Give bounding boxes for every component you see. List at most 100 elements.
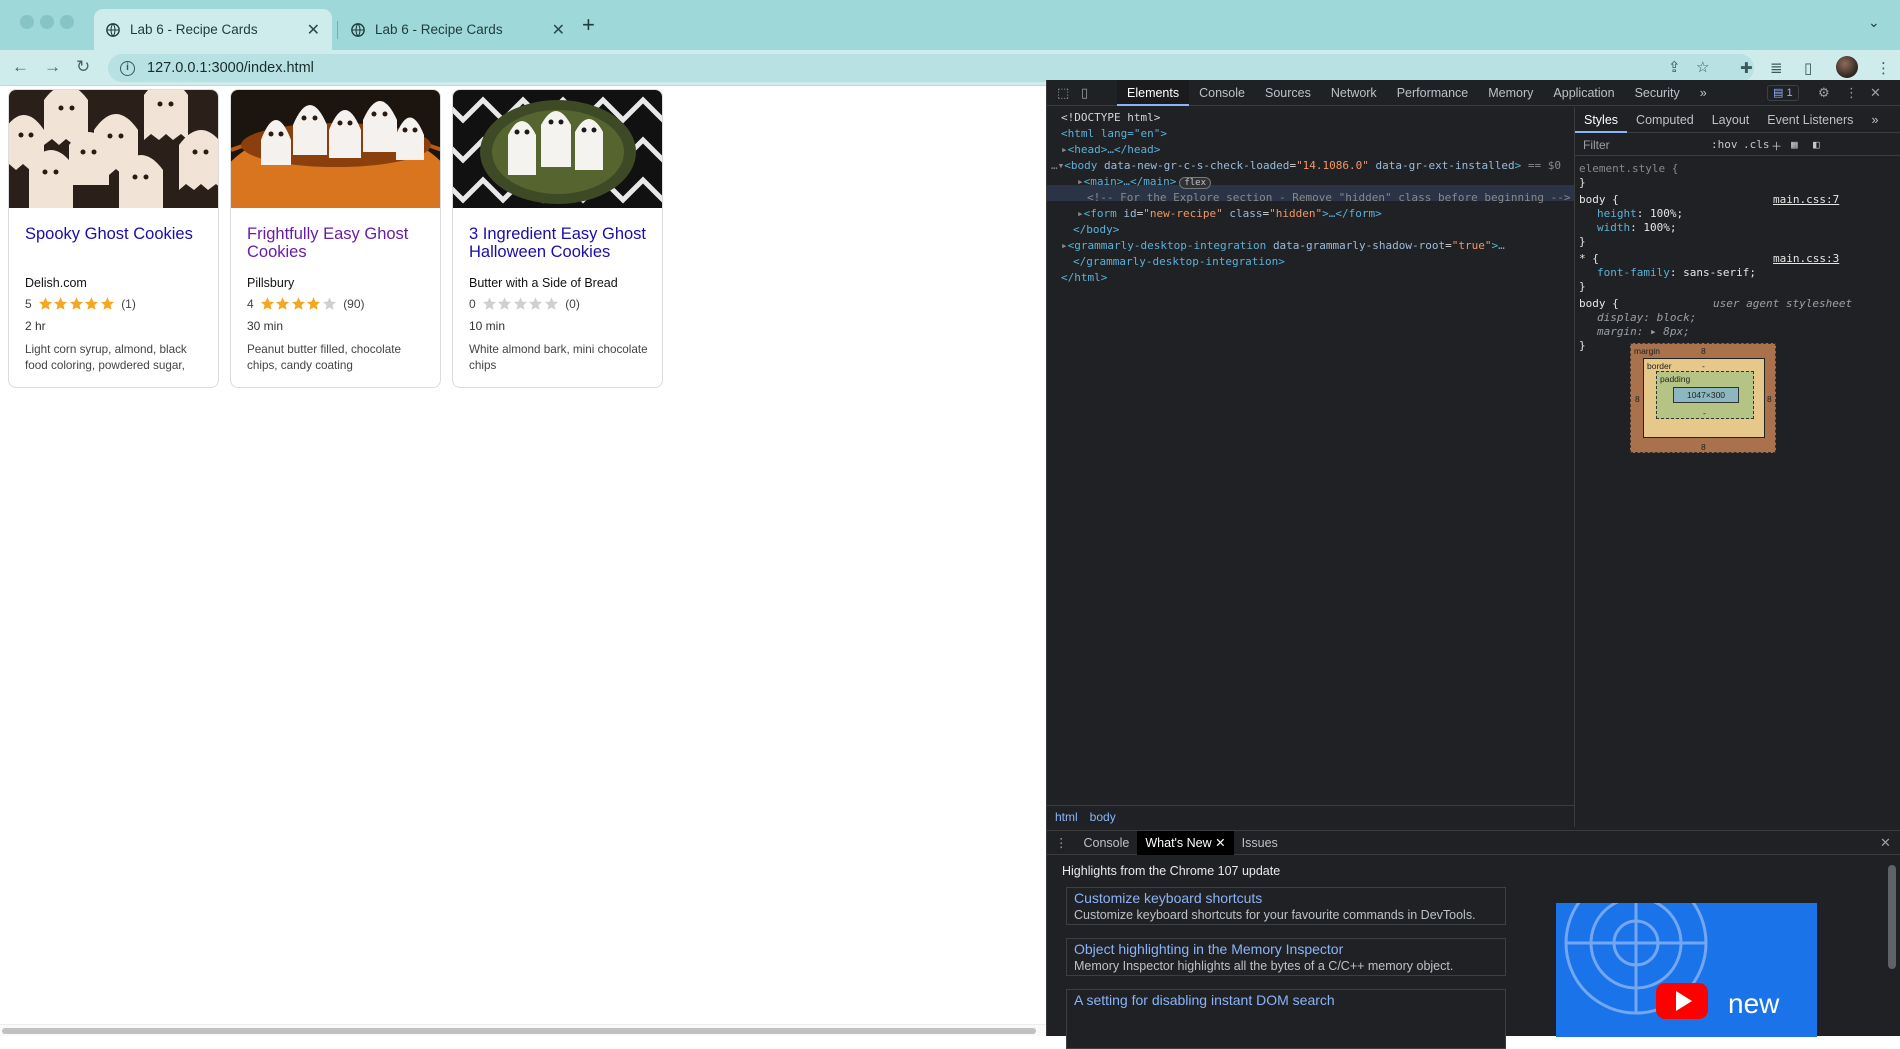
new-rule-icon[interactable]: ＋ bbox=[1771, 138, 1782, 154]
tab-elements[interactable]: Elements bbox=[1117, 79, 1190, 106]
css-margin-decl[interactable]: margin: ▸ 8px; bbox=[1597, 325, 1690, 339]
dom-grammarly-close[interactable]: </grammarly-desktop-integration> bbox=[1073, 254, 1285, 270]
inspect-element-icon[interactable]: ⬚ bbox=[1057, 85, 1069, 101]
recipe-title-link[interactable]: Frightfully Easy Ghost Cookies bbox=[247, 225, 431, 261]
url-text[interactable]: 127.0.0.1:3000/index.html bbox=[147, 60, 314, 76]
dom-html-close[interactable]: </html> bbox=[1061, 270, 1107, 286]
dom-grammarly[interactable]: ▸<grammarly-desktop-integration data-gra… bbox=[1061, 238, 1505, 254]
dom-body[interactable]: …▾<body data-new-gr-c-s-check-loaded="14… bbox=[1051, 158, 1561, 174]
reading-list-icon[interactable]: ≣ bbox=[1770, 59, 1783, 77]
more-tabs-chevron-icon[interactable]: » bbox=[1690, 80, 1717, 106]
box-model-margin-bottom[interactable]: 8 bbox=[1701, 442, 1706, 452]
whats-new-item-title[interactable]: A setting for disabling instant DOM sear… bbox=[1074, 992, 1498, 1008]
browser-tab-2[interactable]: Lab 6 - Recipe Cards ✕ bbox=[339, 9, 577, 50]
address-bar[interactable]: i 127.0.0.1:3000/index.html ⇪ ☆ bbox=[108, 54, 1754, 82]
tab-styles[interactable]: Styles bbox=[1575, 107, 1628, 133]
drawer-scrollbar-thumb[interactable] bbox=[1888, 865, 1896, 969]
close-drawer-icon[interactable]: ✕ bbox=[1880, 835, 1891, 851]
drawer-tab-issues[interactable]: Issues bbox=[1234, 831, 1286, 855]
toggle-sidebar-icon[interactable]: ◧ bbox=[1813, 138, 1820, 151]
dom-head[interactable]: ▸<head>…</head> bbox=[1061, 142, 1160, 158]
dom-html-open[interactable]: <html lang="en"> bbox=[1061, 126, 1167, 142]
css-width-decl[interactable]: width: 100%; bbox=[1597, 221, 1677, 235]
drawer-tab-whats-new[interactable]: What's New ✕ bbox=[1137, 830, 1234, 855]
drawer-menu-icon[interactable]: ⋮ bbox=[1047, 831, 1076, 855]
close-tab-icon[interactable]: ✕ bbox=[307, 20, 320, 40]
zoom-window-button[interactable] bbox=[60, 15, 74, 29]
tab-memory[interactable]: Memory bbox=[1478, 80, 1543, 106]
extensions-puzzle-icon[interactable]: ✚ bbox=[1740, 59, 1753, 77]
tab-event-listeners[interactable]: Event Listeners bbox=[1758, 107, 1862, 133]
new-tab-button[interactable]: + bbox=[582, 12, 595, 38]
breadcrumb-body[interactable]: body bbox=[1090, 810, 1116, 824]
close-window-button[interactable] bbox=[20, 15, 34, 29]
profile-avatar[interactable] bbox=[1836, 56, 1858, 78]
hov-toggle[interactable]: :hov bbox=[1711, 138, 1738, 151]
css-universal-rule[interactable]: * { bbox=[1579, 252, 1599, 266]
tab-layout[interactable]: Layout bbox=[1703, 107, 1759, 133]
whats-new-item[interactable]: Customize keyboard shortcuts Customize k… bbox=[1066, 887, 1506, 925]
tab-console[interactable]: Console bbox=[1189, 80, 1255, 106]
tab-sources[interactable]: Sources bbox=[1255, 80, 1321, 106]
side-panel-icon[interactable]: ▯ bbox=[1804, 59, 1812, 77]
close-tab-icon[interactable]: ✕ bbox=[1215, 836, 1225, 850]
css-display-decl[interactable]: display: block; bbox=[1597, 311, 1696, 325]
browser-menu-icon[interactable]: ⋮ bbox=[1876, 59, 1891, 77]
drawer-tab-console[interactable]: Console bbox=[1076, 831, 1138, 855]
bookmark-star-icon[interactable]: ☆ bbox=[1696, 58, 1709, 76]
site-info-icon[interactable]: i bbox=[120, 60, 135, 76]
share-icon[interactable]: ⇪ bbox=[1668, 58, 1681, 76]
customize-menu-icon[interactable]: ⋮ bbox=[1845, 85, 1858, 101]
dom-doctype[interactable]: <!DOCTYPE html> bbox=[1061, 110, 1160, 126]
tab-security[interactable]: Security bbox=[1625, 80, 1690, 106]
whats-new-item[interactable]: A setting for disabling instant DOM sear… bbox=[1066, 989, 1506, 1049]
css-font-decl[interactable]: font-family: sans-serif; bbox=[1597, 266, 1756, 280]
styles-filter-input[interactable]: Filter bbox=[1583, 138, 1610, 152]
css-source-link[interactable]: main.css:3 bbox=[1773, 252, 1839, 266]
css-element-style[interactable]: element.style { bbox=[1579, 162, 1678, 176]
box-model-margin-right[interactable]: 8 bbox=[1767, 394, 1772, 404]
back-icon[interactable]: ← bbox=[12, 57, 29, 77]
whats-new-item[interactable]: Object highlighting in the Memory Inspec… bbox=[1066, 938, 1506, 976]
browser-tab-1[interactable]: Lab 6 - Recipe Cards ✕ bbox=[94, 9, 332, 50]
box-model-border-value[interactable]: - bbox=[1702, 361, 1705, 371]
more-panes-chevron-icon[interactable]: » bbox=[1862, 107, 1887, 133]
whats-new-video-thumbnail[interactable]: new bbox=[1556, 903, 1817, 1037]
box-model-padding-value[interactable]: - bbox=[1703, 408, 1706, 418]
paint-bucket-icon[interactable]: ▦ bbox=[1791, 138, 1798, 151]
star-filled-icon bbox=[54, 297, 68, 310]
tab-application[interactable]: Application bbox=[1543, 80, 1624, 106]
device-toolbar-icon[interactable]: ▯ bbox=[1081, 85, 1088, 101]
dom-body-close[interactable]: </body> bbox=[1073, 222, 1119, 238]
close-tab-icon[interactable]: ✕ bbox=[552, 20, 565, 40]
tab-computed[interactable]: Computed bbox=[1627, 107, 1703, 133]
recipe-title-link[interactable]: Spooky Ghost Cookies bbox=[25, 225, 209, 243]
tab-network[interactable]: Network bbox=[1321, 80, 1387, 106]
tab-search-chevron-icon[interactable]: ⌄ bbox=[1868, 14, 1880, 31]
dom-comment[interactable]: <!-- For the Explore section - Remove "h… bbox=[1087, 190, 1570, 206]
breadcrumb-html[interactable]: html bbox=[1055, 810, 1078, 824]
minimize-window-button[interactable] bbox=[40, 15, 54, 29]
tab-performance[interactable]: Performance bbox=[1387, 80, 1479, 106]
dom-main[interactable]: ▸<main>…</main> flex bbox=[1077, 174, 1212, 191]
css-height-decl[interactable]: height: 100%; bbox=[1597, 207, 1683, 221]
forward-icon[interactable]: → bbox=[44, 57, 61, 77]
scrollbar-thumb[interactable] bbox=[2, 1028, 1036, 1034]
box-model-margin-left[interactable]: 8 bbox=[1635, 394, 1640, 404]
css-ua-body-rule[interactable]: body { bbox=[1579, 297, 1619, 311]
box-model-content[interactable]: 1047×300 bbox=[1673, 387, 1739, 403]
flex-badge[interactable]: flex bbox=[1179, 177, 1212, 189]
horizontal-scrollbar[interactable] bbox=[0, 1024, 1046, 1036]
whats-new-item-title[interactable]: Object highlighting in the Memory Inspec… bbox=[1074, 941, 1498, 957]
issues-badge[interactable]: ▤ 1 bbox=[1767, 85, 1799, 101]
dom-form[interactable]: ▸<form id="new-recipe" class="hidden">…<… bbox=[1077, 206, 1382, 222]
reload-icon[interactable]: ↻ bbox=[76, 57, 90, 77]
recipe-title-link[interactable]: 3 Ingredient Easy Ghost Halloween Cookie… bbox=[469, 225, 653, 261]
css-source-link[interactable]: main.css:7 bbox=[1773, 193, 1839, 207]
box-model-margin-top[interactable]: 8 bbox=[1701, 346, 1706, 356]
whats-new-item-title[interactable]: Customize keyboard shortcuts bbox=[1074, 890, 1498, 906]
close-devtools-icon[interactable]: ✕ bbox=[1870, 85, 1881, 101]
cls-toggle[interactable]: .cls bbox=[1743, 138, 1770, 151]
settings-gear-icon[interactable]: ⚙ bbox=[1818, 85, 1830, 101]
css-body-rule[interactable]: body { bbox=[1579, 193, 1619, 207]
